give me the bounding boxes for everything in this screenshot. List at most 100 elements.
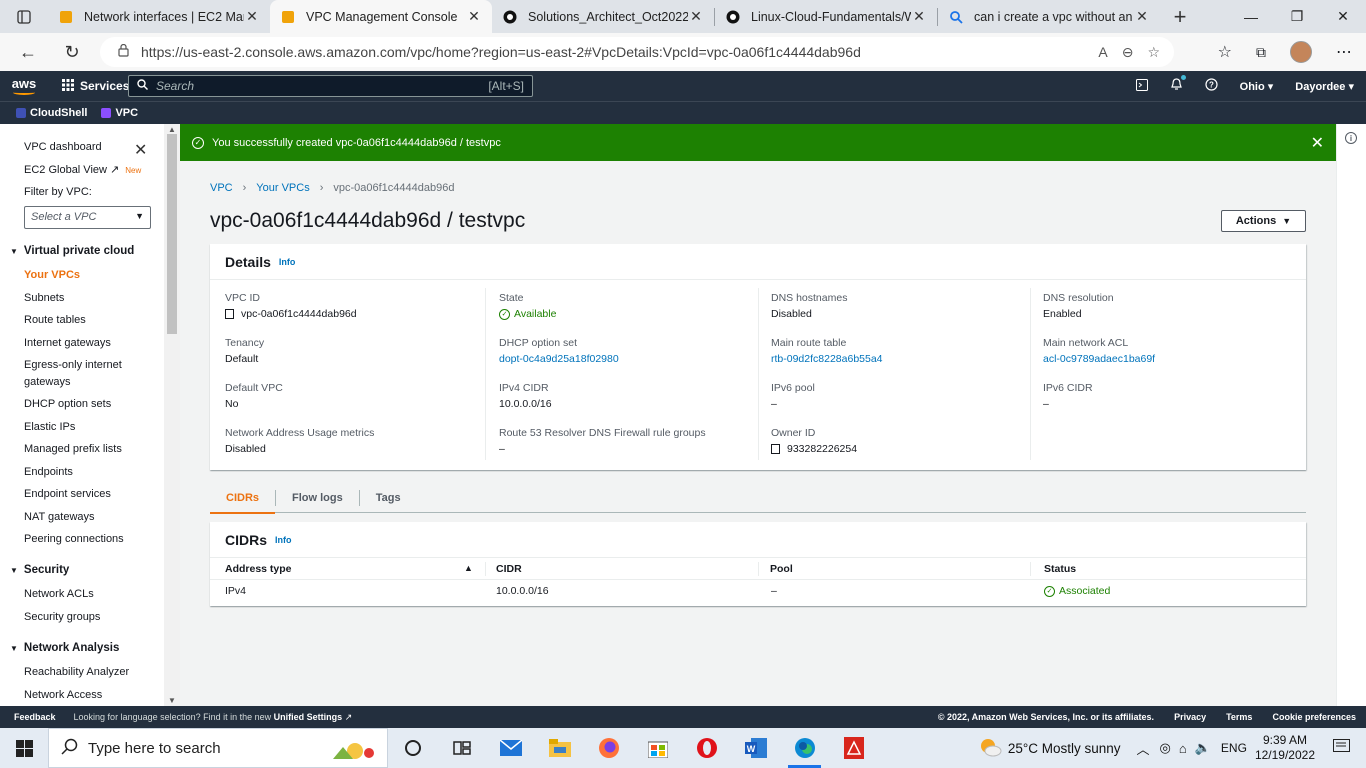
chevron-up-icon[interactable]: ︿ (1137, 739, 1150, 758)
back-icon[interactable]: ← (6, 33, 50, 71)
more-menu-icon[interactable]: ⋯ (1336, 42, 1352, 62)
sidebar-item-subnets[interactable]: Subnets (24, 290, 64, 307)
weather-text[interactable]: 25°C Mostly sunny (1008, 741, 1121, 756)
close-tab-icon[interactable]: ✕ (911, 8, 927, 25)
weather-icon[interactable] (978, 737, 1002, 760)
help-panel-toggle[interactable]: i (1336, 124, 1366, 706)
browser-tab-0[interactable]: Network interfaces | EC2 Man ✕ (48, 0, 270, 33)
network-icon[interactable]: ⌂ (1179, 741, 1187, 756)
vpc-filter-select[interactable]: Select a VPC ▼ (24, 206, 151, 229)
favorites-icon[interactable]: ☆ (1218, 42, 1232, 62)
services-menu[interactable]: Services (62, 78, 129, 94)
notifications-bell-icon[interactable] (1170, 75, 1186, 94)
copy-icon[interactable] (225, 309, 234, 319)
aws-logo[interactable]: aws (0, 71, 48, 101)
tab-cidrs[interactable]: CIDRs (210, 483, 276, 514)
opera-icon[interactable] (682, 728, 731, 768)
help-icon[interactable]: ? (1205, 78, 1218, 94)
mail-icon[interactable] (486, 728, 535, 768)
details-info-link[interactable]: Info (279, 257, 296, 267)
main-network-acl-link[interactable]: acl-0c9789adaec1ba69f (1043, 353, 1155, 365)
feedback-link[interactable]: Feedback (14, 712, 56, 722)
cloudshell-terminal-icon[interactable] (1135, 78, 1148, 94)
sidebar-item-endpoints[interactable]: Endpoints (24, 464, 73, 481)
close-tab-icon[interactable]: ✕ (1134, 8, 1150, 25)
url-field[interactable]: https://us-east-2.console.aws.amazon.com… (100, 37, 1174, 67)
zoom-icon[interactable]: ⊖ (1122, 44, 1134, 61)
browser-tab-2[interactable]: Solutions_Architect_Oct2022/ ✕ (492, 0, 714, 33)
cidrs-info-link[interactable]: Info (275, 535, 292, 545)
sidebar-item-egress-only-gateways[interactable]: Egress-only internet gateways (24, 357, 134, 391)
sidebar-item-network-access[interactable]: Network Access (24, 687, 102, 704)
breadcrumb-your-vpcs[interactable]: Your VPCs (256, 182, 309, 194)
terms-link[interactable]: Terms (1226, 712, 1252, 722)
dismiss-flash-icon[interactable]: ✕ (1311, 133, 1324, 153)
scrollbar-thumb[interactable] (167, 134, 177, 334)
tab-actions-icon[interactable] (0, 0, 48, 33)
edge-icon[interactable] (780, 728, 829, 768)
cortana-icon[interactable] (388, 728, 437, 768)
close-window-icon[interactable]: ✕ (1320, 0, 1366, 33)
taskbar-search-input[interactable]: Type here to search (48, 728, 388, 768)
close-tab-icon[interactable]: ✕ (466, 8, 482, 25)
scroll-down-icon[interactable]: ▼ (168, 696, 176, 705)
new-tab-icon[interactable]: + (1160, 0, 1200, 33)
sidebar-item-nat-gateways[interactable]: NAT gateways (24, 509, 95, 526)
favorite-cloudshell[interactable]: CloudShell (16, 107, 87, 119)
add-favorite-icon[interactable]: ☆ (1147, 44, 1160, 61)
read-aloud-icon[interactable]: A (1098, 44, 1107, 60)
sidebar-item-route-tables[interactable]: Route tables (24, 312, 86, 329)
windows-start-icon[interactable] (0, 728, 48, 768)
language-indicator[interactable]: ENG (1221, 741, 1247, 755)
cookie-preferences-link[interactable]: Cookie preferences (1272, 712, 1356, 722)
sort-ascending-icon[interactable]: ▲ (464, 563, 473, 573)
close-tab-icon[interactable]: ✕ (244, 8, 260, 25)
profile-avatar[interactable] (1290, 41, 1312, 63)
sidebar-item-dhcp-option-sets[interactable]: DHCP option sets (24, 396, 111, 413)
column-header-status[interactable]: Status (1044, 563, 1076, 575)
browser-tab-4[interactable]: can i create a vpc without an ✕ (938, 0, 1160, 33)
microsoft-store-icon[interactable] (633, 728, 682, 768)
browser-tab-3[interactable]: Linux-Cloud-Fundamentals/W ✕ (715, 0, 937, 33)
actions-button[interactable]: Actions ▼ (1221, 210, 1306, 232)
privacy-link[interactable]: Privacy (1174, 712, 1206, 722)
account-menu[interactable]: Dayordee ▾ (1295, 80, 1354, 93)
collections-icon[interactable]: ⧉ (1256, 44, 1266, 61)
task-view-icon[interactable] (437, 728, 486, 768)
tab-flow-logs[interactable]: Flow logs (276, 483, 359, 513)
sidebar-item-ec2-global-view[interactable]: EC2 Global View ↗ New (24, 162, 141, 179)
main-route-table-link[interactable]: rtb-09d2fc8228a6b55a4 (771, 353, 883, 365)
sidebar-item-security-groups[interactable]: Security groups (24, 609, 100, 626)
sidebar-item-vpc-dashboard[interactable]: VPC dashboard (24, 139, 102, 156)
firefox-icon[interactable] (584, 728, 633, 768)
sidebar-item-elastic-ips[interactable]: Elastic IPs (24, 419, 75, 436)
file-explorer-icon[interactable] (535, 728, 584, 768)
unified-settings-link[interactable]: Unified Settings (274, 712, 343, 722)
sidebar-section-network-analysis[interactable]: ▼ Network Analysis (10, 642, 119, 654)
close-sidebar-icon[interactable]: ✕ (134, 140, 147, 160)
column-header-address-type[interactable]: Address type (225, 563, 292, 575)
sidebar-item-peering-connections[interactable]: Peering connections (24, 531, 124, 548)
sidebar-item-your-vpcs[interactable]: Your VPCs (24, 267, 80, 284)
copy-icon[interactable] (771, 444, 780, 454)
dhcp-option-set-link[interactable]: dopt-0c4a9d25a18f02980 (499, 353, 619, 365)
sidebar-item-managed-prefix-lists[interactable]: Managed prefix lists (24, 441, 122, 458)
column-header-cidr[interactable]: CIDR (496, 563, 522, 575)
browser-tab-1[interactable]: VPC Management Console ✕ (270, 0, 492, 33)
sidebar-scrollbar[interactable]: ▲ ▼ (164, 124, 180, 706)
meet-now-icon[interactable]: ◎ (1160, 740, 1171, 756)
scroll-up-icon[interactable]: ▲ (168, 125, 176, 134)
volume-icon[interactable]: 🔈 (1195, 740, 1211, 756)
notification-center-icon[interactable] (1333, 739, 1350, 757)
sidebar-section-virtual-private-cloud[interactable]: ▼ Virtual private cloud (10, 245, 134, 257)
word-icon[interactable]: W (731, 728, 780, 768)
sidebar-item-reachability-analyzer[interactable]: Reachability Analyzer (24, 664, 129, 681)
close-tab-icon[interactable]: ✕ (688, 8, 704, 25)
aws-search-input[interactable]: Search [Alt+S] (128, 75, 533, 97)
sidebar-item-endpoint-services[interactable]: Endpoint services (24, 486, 111, 503)
tab-tags[interactable]: Tags (360, 483, 417, 513)
sidebar-item-internet-gateways[interactable]: Internet gateways (24, 335, 111, 352)
restore-icon[interactable]: ❐ (1274, 0, 1320, 33)
sidebar-item-network-acls[interactable]: Network ACLs (24, 586, 94, 603)
favorite-vpc[interactable]: VPC (101, 107, 138, 119)
